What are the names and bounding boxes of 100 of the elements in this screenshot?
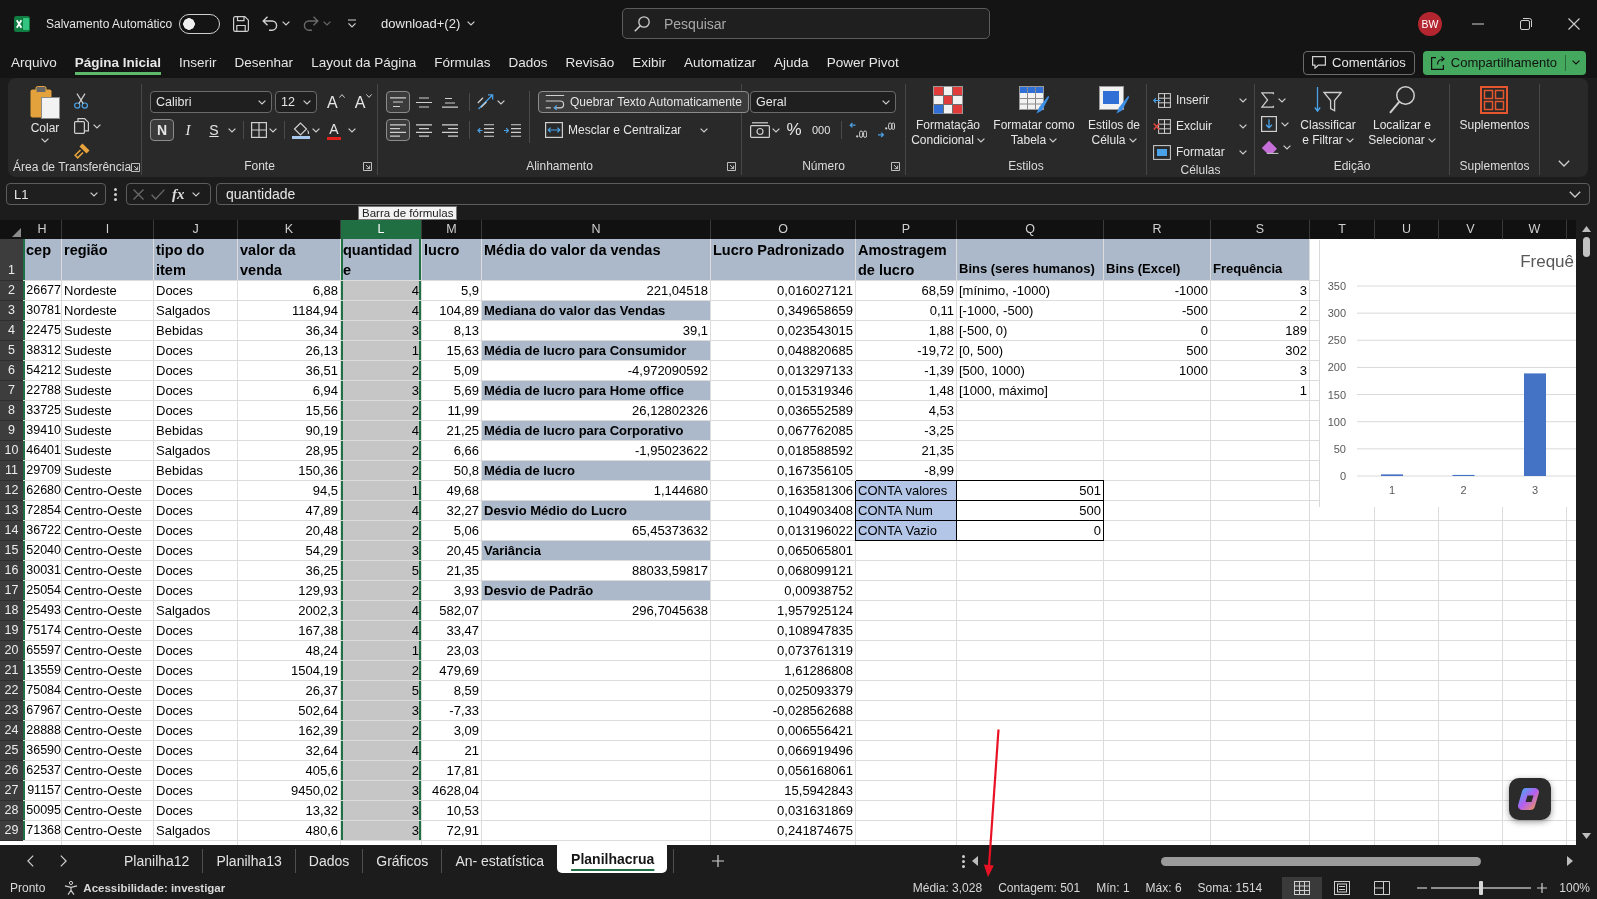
ribbon-tab[interactable]: Exibir (632, 50, 667, 75)
dialog-launcher-icon[interactable] (727, 161, 736, 171)
row-header[interactable]: 22 (0, 681, 23, 701)
row-header[interactable]: 9 (0, 421, 23, 441)
check-icon[interactable] (151, 188, 165, 200)
bold-button[interactable]: N (150, 119, 174, 141)
expand-chevron-icon[interactable] (1569, 190, 1581, 198)
row-header[interactable]: 19 (0, 621, 23, 641)
row-header[interactable]: 23 (0, 701, 23, 721)
ribbon-tab[interactable]: Automatizar (684, 50, 757, 75)
fill-color-icon[interactable] (292, 121, 310, 139)
row-header[interactable]: 16 (0, 561, 23, 581)
remove-decimal-icon[interactable] (877, 122, 896, 138)
wrap-text-button[interactable]: Quebrar Texto Automaticamente (538, 91, 749, 113)
row-header[interactable]: 14 (0, 521, 23, 541)
row-header[interactable]: 28 (0, 801, 23, 821)
autosave-toggle[interactable] (179, 13, 221, 34)
scrollbar-thumb[interactable] (1583, 237, 1590, 257)
sheet-tab[interactable]: Planilha13 (202, 849, 295, 873)
ribbon-tab[interactable]: Inserir (179, 50, 217, 75)
row-header[interactable]: 7 (0, 381, 23, 401)
find-select-button[interactable]: Localizar e Selecionar (1365, 86, 1439, 148)
row-header[interactable]: 24 (0, 721, 23, 741)
scroll-up-icon[interactable] (1582, 226, 1591, 232)
number-format-select[interactable]: Geral (750, 91, 896, 113)
ribbon-tab[interactable]: Ajuda (774, 50, 809, 75)
row-header[interactable]: 20 (0, 641, 23, 661)
format-cells-button[interactable]: Formatar (1153, 141, 1247, 163)
add-decimal-icon[interactable] (849, 122, 868, 138)
file-name-button[interactable]: download+(2) (381, 16, 476, 31)
zoom-slider-thumb[interactable] (1479, 881, 1484, 895)
text-angle-icon[interactable] (477, 94, 495, 110)
grow-font-button[interactable]: A (323, 91, 349, 113)
normal-view-button[interactable] (1282, 877, 1323, 899)
insert-function-button[interactable]: fx (172, 185, 185, 203)
vertical-dots-icon[interactable] (114, 188, 117, 201)
fill-down-icon[interactable] (1261, 116, 1277, 132)
ribbon-tab[interactable]: Desenhar (234, 50, 294, 75)
sum-icon[interactable] (1261, 92, 1274, 108)
sheet-tab[interactable]: Gráficos (362, 849, 442, 873)
ribbon-tab[interactable]: Dados (508, 50, 548, 75)
close-icon[interactable] (1567, 17, 1580, 30)
collapse-ribbon-icon[interactable] (1558, 160, 1570, 167)
chevron-down-icon[interactable] (1572, 60, 1580, 65)
italic-button[interactable]: I (176, 119, 200, 141)
undo-icon[interactable] (262, 16, 279, 31)
ribbon-tab[interactable]: Fórmulas (434, 50, 491, 75)
insert-cells-button[interactable]: Inserir (1153, 89, 1247, 111)
add-ins-button[interactable]: Suplementos (1459, 86, 1530, 133)
font-name-select[interactable]: Calibri (150, 91, 272, 113)
row-header[interactable]: 4 (0, 321, 23, 341)
row-header[interactable]: 25 (0, 741, 23, 761)
restore-icon[interactable] (1520, 17, 1532, 30)
delete-cells-button[interactable]: Excluir (1153, 115, 1247, 137)
row-header[interactable]: 17 (0, 581, 23, 601)
align-left-button[interactable] (386, 119, 410, 141)
dialog-launcher-icon[interactable] (363, 161, 372, 171)
scrollbar-thumb[interactable] (1161, 856, 1481, 866)
ribbon-tab[interactable]: Página Inicial (74, 50, 162, 75)
row-header[interactable]: 27 (0, 781, 23, 801)
ribbon-tab[interactable]: Revisão (565, 50, 615, 75)
column-header[interactable]: L (341, 220, 422, 239)
font-size-select[interactable]: 12 (275, 91, 317, 113)
sheet-tab[interactable]: Planilhacrua (557, 845, 668, 873)
borders-icon[interactable] (251, 122, 267, 138)
zoom-level[interactable]: 100% (1559, 881, 1590, 895)
row-header[interactable]: 2 (0, 281, 23, 301)
row-header[interactable]: 6 (0, 361, 23, 381)
format-painter-icon[interactable] (74, 143, 90, 159)
ribbon-tab[interactable]: Arquivo (11, 50, 57, 75)
plus-icon[interactable] (712, 855, 725, 867)
minimize-icon[interactable] (1472, 22, 1484, 25)
row-header[interactable]: 5 (0, 341, 23, 361)
row-header[interactable]: 18 (0, 601, 23, 621)
percent-button[interactable]: % (782, 119, 806, 141)
share-button[interactable]: Compartilhamento (1422, 50, 1586, 75)
vertical-dots-icon[interactable] (962, 854, 965, 868)
underline-button[interactable]: S (202, 119, 226, 141)
eraser-icon[interactable] (1261, 140, 1279, 154)
row-header[interactable]: 13 (0, 501, 23, 521)
thousands-separator-button[interactable]: 000 (808, 119, 835, 141)
scroll-right-icon[interactable] (1567, 856, 1573, 866)
paste-button[interactable]: Colar (30, 86, 60, 143)
row-header[interactable]: 8 (0, 401, 23, 421)
chevron-right-icon[interactable] (60, 855, 67, 867)
increase-indent-icon[interactable] (504, 123, 521, 137)
shrink-font-button[interactable]: A (350, 91, 377, 113)
row-header[interactable]: 10 (0, 441, 23, 461)
row-header[interactable]: 12 (0, 481, 23, 501)
conditional-formatting-button[interactable]: Formatação Condicional (909, 86, 987, 148)
accessibility-button[interactable]: Acessibilidade: investigar (64, 881, 226, 895)
user-avatar[interactable]: BW (1418, 11, 1442, 36)
align-top-button[interactable] (386, 91, 410, 113)
row-header[interactable]: 11 (0, 461, 23, 481)
comments-button[interactable]: Comentários (1303, 50, 1415, 75)
row-header[interactable]: 29 (0, 821, 23, 841)
chevron-left-icon[interactable] (27, 855, 34, 867)
zoom-in-icon[interactable] (1537, 883, 1548, 893)
sheet-tab[interactable]: Planilha12 (110, 849, 203, 873)
merge-center-button[interactable]: Mesclar e Centralizar (538, 119, 749, 141)
